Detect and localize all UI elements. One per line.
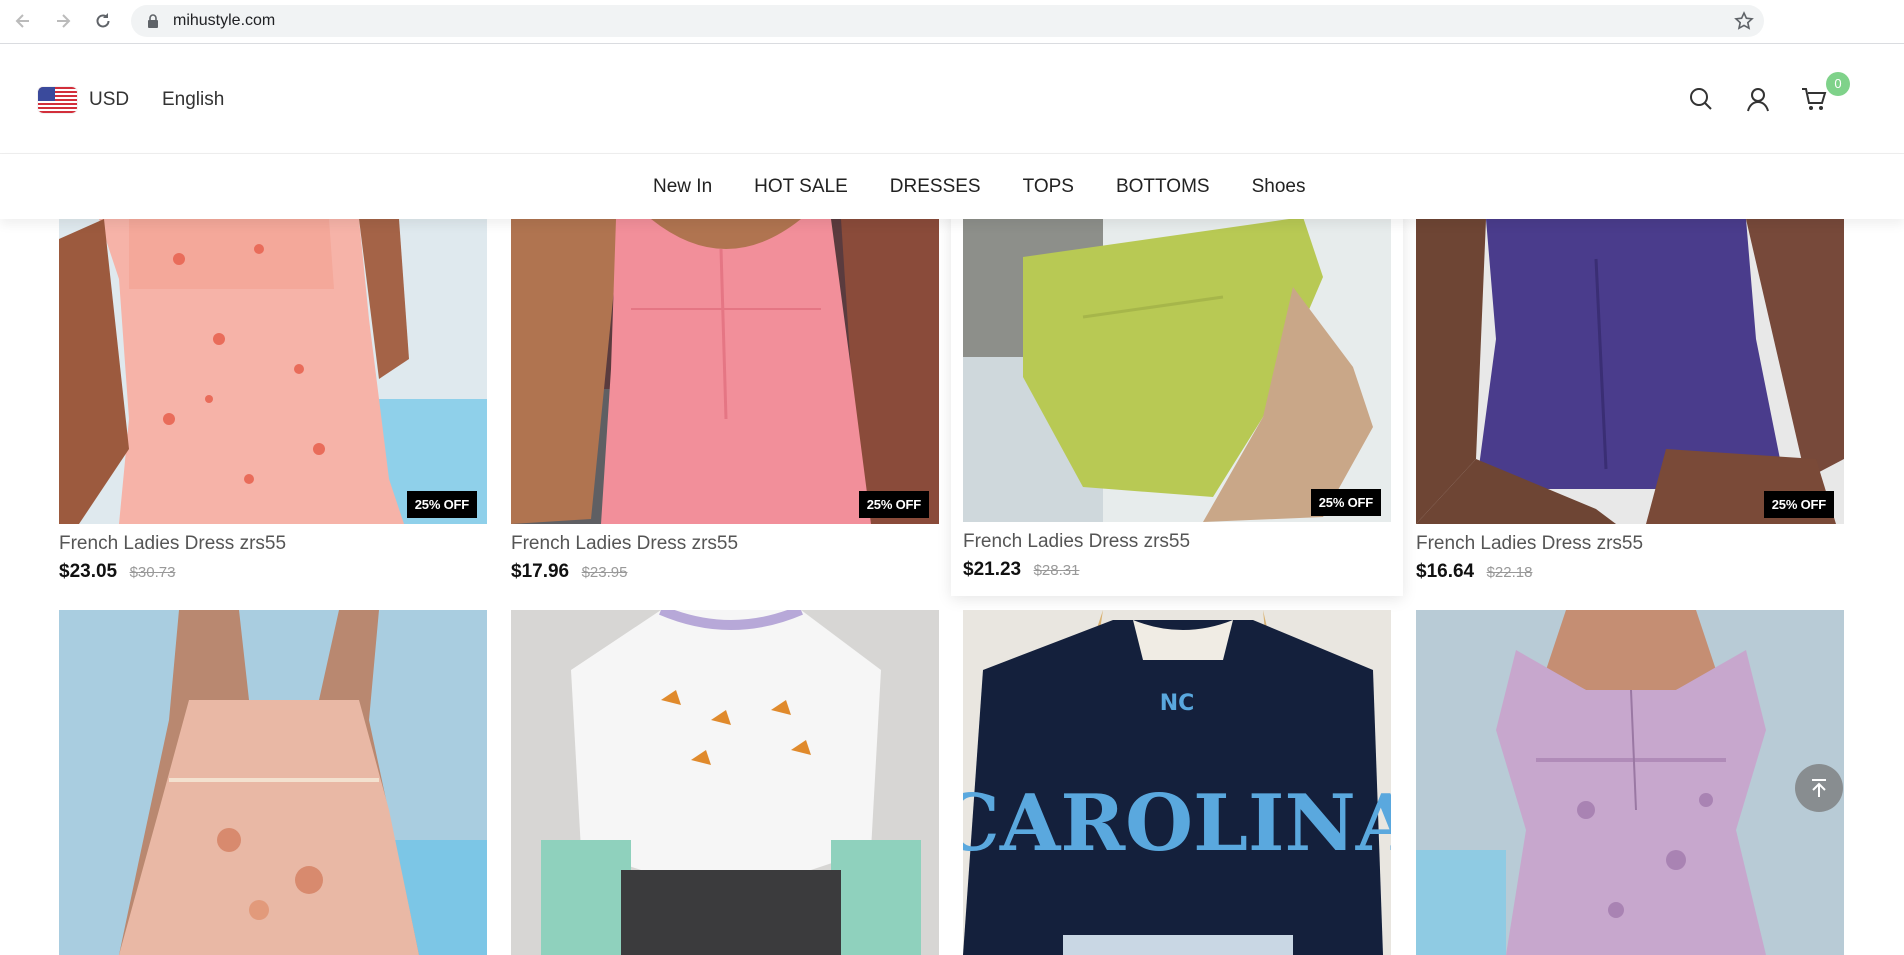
product-price: $21.23 [963,559,1022,580]
product-image[interactable] [59,610,487,955]
us-flag-icon[interactable] [38,87,77,113]
search-icon[interactable] [1686,84,1716,114]
product-image[interactable]: 25% OFF [59,219,487,524]
product-image[interactable]: CAROLINA NC [963,610,1391,955]
browser-toolbar: mihustyle.com [0,0,1904,44]
product-old-price: $30.73 [129,564,176,581]
lock-icon [146,14,160,28]
sweatshirt-print: CAROLINA [963,778,1391,869]
arrow-up-icon [1812,779,1826,797]
product-card[interactable]: 25% OFF French Ladies Dress zrs55 $16.64… [1416,219,1844,585]
back-icon[interactable] [10,8,36,34]
product-image[interactable] [1416,610,1844,955]
nav-item-shoes[interactable]: Shoes [1252,175,1306,199]
cart-count-badge[interactable]: 0 [1826,72,1850,96]
account-icon[interactable] [1743,84,1773,114]
product-image[interactable] [511,610,939,955]
forward-icon[interactable] [50,8,76,34]
product-price: $23.05 [59,561,118,582]
bookmark-star-icon[interactable] [1734,11,1754,31]
site-header: USD English [0,44,1904,154]
product-card[interactable] [511,610,939,955]
reload-icon[interactable] [90,8,116,34]
address-bar[interactable]: mihustyle.com [131,5,1764,37]
product-old-price: $23.95 [581,564,628,581]
product-image[interactable]: 25% OFF [511,219,939,524]
nav-item-new-in[interactable]: New In [653,175,712,199]
product-price: $16.64 [1416,561,1475,582]
product-old-price: $22.18 [1486,564,1533,581]
language-selector[interactable]: English [162,88,224,112]
product-card[interactable]: 25% OFF French Ladies Dress zrs55 $17.96… [511,219,939,585]
nav-item-tops[interactable]: TOPS [1023,175,1074,199]
svg-text:NC: NC [1160,691,1195,716]
product-price: $17.96 [511,561,570,582]
product-image[interactable]: 25% OFF [963,219,1391,522]
currency-selector[interactable]: USD [89,88,129,112]
url-text: mihustyle.com [173,12,276,29]
product-grid: 25% OFF French Ladies Dress zrs55 $23.05… [0,219,1904,955]
product-old-price: $28.31 [1033,562,1080,579]
discount-badge: 25% OFF [858,491,929,518]
product-card[interactable] [1416,610,1844,955]
nav-item-hot-sale[interactable]: HOT SALE [754,175,848,199]
product-card[interactable] [59,610,487,955]
discount-badge: 25% OFF [1310,489,1381,516]
product-title[interactable]: French Ladies Dress zrs55 [963,530,1391,554]
product-image[interactable]: 25% OFF [1416,219,1844,524]
product-title[interactable]: French Ladies Dress zrs55 [1416,532,1844,556]
discount-badge: 25% OFF [406,491,477,518]
product-card-hovered[interactable]: 25% OFF French Ladies Dress zrs55 $21.23… [951,219,1403,596]
product-title[interactable]: French Ladies Dress zrs55 [59,532,487,556]
category-nav: New In HOT SALE DRESSES TOPS BOTTOMS Sho… [0,154,1904,219]
product-card[interactable]: 25% OFF French Ladies Dress zrs55 $23.05… [59,219,487,585]
cart-icon[interactable] [1799,84,1829,114]
product-card[interactable]: CAROLINA NC [963,610,1391,955]
nav-item-bottoms[interactable]: BOTTOMS [1116,175,1210,199]
nav-item-dresses[interactable]: DRESSES [890,175,981,199]
back-to-top-button[interactable] [1795,764,1843,812]
product-title[interactable]: French Ladies Dress zrs55 [511,532,939,556]
discount-badge: 25% OFF [1763,491,1834,518]
